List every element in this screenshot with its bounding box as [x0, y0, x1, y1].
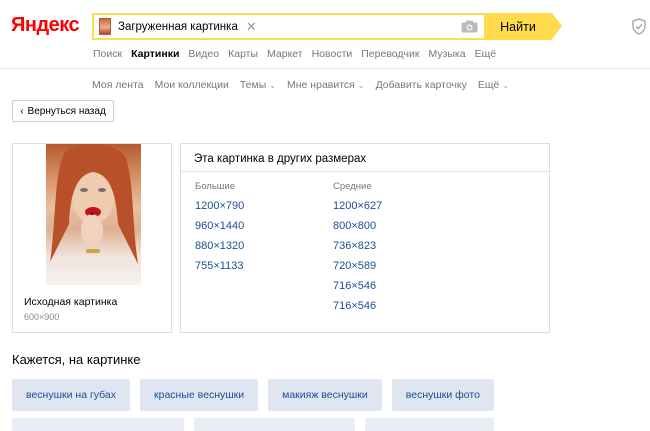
uploaded-image-thumbnail — [99, 18, 111, 35]
similar-heading: Кажется, на картинке — [12, 352, 141, 367]
chevron-down-icon: ⌄ — [357, 80, 365, 90]
images-subnav: Моя лента Мои коллекции Темы ⌄ Мне нравится ⌄… — [92, 79, 509, 91]
service-tab[interactable]: Музыка — [428, 48, 465, 60]
large-sizes-heading: Большие — [195, 181, 236, 192]
size-link[interactable]: 880×1320 — [195, 236, 244, 256]
medium-sizes-column: Средние 1200×627 800×800 736×823 720×589 716… — [333, 181, 382, 316]
size-link[interactable]: 755×1133 — [195, 256, 244, 276]
shield-icon[interactable] — [632, 18, 646, 35]
original-image-card[interactable]: Исходная картинка 600×900 — [12, 143, 172, 333]
panel-divider — [181, 171, 551, 172]
similar-tags: веснушки на губах красные веснушки макияж … — [12, 379, 494, 411]
subnav-item-label: Моя лента — [92, 79, 144, 91]
size-link[interactable]: 716×546 — [333, 296, 382, 316]
subnav-item[interactable]: Моя лента — [92, 79, 144, 91]
back-button-label: Вернуться назад — [27, 105, 106, 117]
subnav-item[interactable]: Темы ⌄ — [240, 79, 276, 91]
close-icon[interactable]: ✕ — [246, 19, 257, 35]
subnav-item-label: Темы — [239, 79, 267, 91]
service-tab[interactable]: Переводчик — [361, 48, 419, 60]
back-button[interactable]: ‹ Вернуться назад — [12, 100, 114, 122]
service-tabs: Поиск Картинки Видео Карты Маркет Новости Пере… — [93, 48, 496, 60]
service-tab[interactable]: Ещё — [475, 48, 496, 60]
size-link[interactable]: 720×589 — [333, 256, 382, 276]
tag-chip-partial[interactable] — [365, 418, 494, 431]
tag-chip[interactable]: веснушки фото — [391, 379, 494, 411]
camera-icon[interactable] — [461, 20, 478, 33]
chevron-down-icon: ⌄ — [502, 80, 510, 90]
large-sizes-column: Большие 1200×790 960×1440 880×1320 755×1133 — [195, 181, 244, 276]
subnav-item-label: Мне нравится — [287, 79, 355, 91]
similar-tags-row-2 — [12, 418, 494, 431]
tag-chip[interactable]: макияж веснушки — [268, 379, 382, 411]
service-tab[interactable]: Картинки — [131, 48, 179, 60]
subnav-item[interactable]: Мои коллекции — [155, 79, 229, 91]
service-tab[interactable]: Видео — [188, 48, 219, 60]
size-link[interactable]: 800×800 — [333, 216, 382, 236]
service-tab[interactable]: Новости — [312, 48, 353, 60]
search-bar[interactable]: Загруженная картинка ✕ Найти — [92, 13, 562, 40]
tag-chip[interactable]: веснушки на губах — [12, 379, 131, 411]
subnav-item[interactable]: Ещё ⌄ — [478, 79, 509, 91]
service-tab[interactable]: Поиск — [93, 48, 122, 60]
header-divider — [0, 68, 650, 69]
chevron-down-icon: ⌄ — [269, 80, 276, 90]
size-link[interactable]: 1200×627 — [333, 196, 382, 216]
original-image-label: Исходная картинка — [24, 296, 118, 308]
size-link[interactable]: 1200×790 — [195, 196, 244, 216]
subnav-item[interactable]: Мне нравится ⌄ — [287, 79, 365, 91]
chevron-left-icon: ‹ — [20, 105, 24, 117]
other-sizes-title: Эта картинка в других размерах — [194, 153, 367, 165]
yandex-logo[interactable]: Яндекс — [11, 14, 80, 37]
tag-chip-partial[interactable] — [12, 418, 184, 431]
other-sizes-panel: Эта картинка в других размерах Большие 1… — [180, 143, 551, 333]
original-image[interactable] — [46, 144, 141, 285]
find-button[interactable]: Найти — [484, 13, 562, 40]
medium-sizes-heading: Средние — [333, 181, 372, 192]
original-image-size: 600×900 — [24, 312, 60, 322]
subnav-item-label: Мои коллекции — [154, 79, 229, 91]
tag-chip[interactable]: красные веснушки — [140, 379, 259, 411]
subnav-item-label: Добавить карточку — [375, 79, 467, 91]
subnav-item[interactable]: Добавить карточку — [376, 79, 467, 91]
size-link[interactable]: 960×1440 — [195, 216, 244, 236]
subnav-item-label: Ещё — [477, 79, 500, 91]
logo-text: Яндекс — [11, 14, 80, 36]
tag-chip-partial[interactable] — [194, 418, 355, 431]
size-link[interactable]: 736×823 — [333, 236, 382, 256]
size-link[interactable]: 716×546 — [333, 276, 382, 296]
service-tab[interactable]: Маркет — [267, 48, 303, 60]
search-query[interactable]: Загруженная картинка — [118, 21, 238, 33]
service-tab[interactable]: Карты — [228, 48, 258, 60]
